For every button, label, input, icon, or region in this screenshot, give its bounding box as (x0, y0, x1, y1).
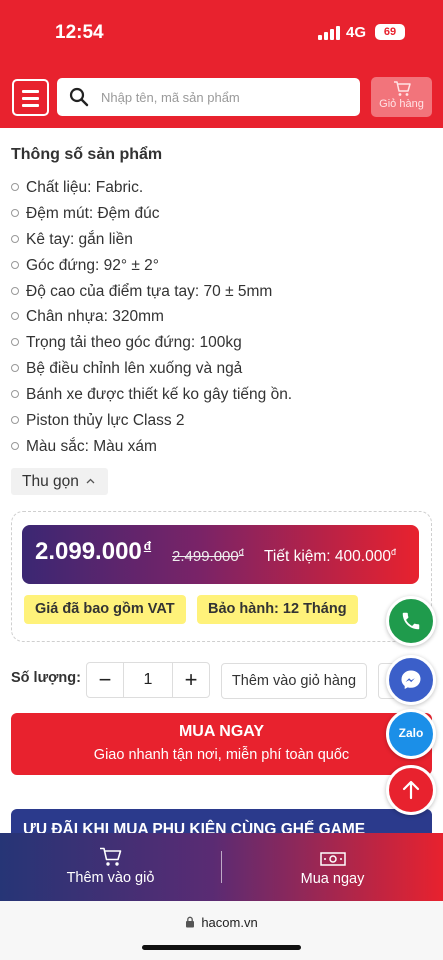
saving-amount: Tiết kiệm: 400.000đ (264, 547, 396, 566)
cart-icon (99, 847, 121, 866)
vat-badge: Giá đã bao gồm VAT (24, 595, 186, 624)
scroll-top-button[interactable] (386, 765, 436, 815)
warranty-badge: Bảo hành: 12 Tháng (197, 595, 358, 624)
collapse-button[interactable]: Thu gọn (11, 468, 108, 495)
spec-item: Piston thủy lực Class 2 (11, 408, 292, 434)
bottom-add-to-cart-label: Thêm vào giỏ (66, 870, 155, 886)
specs-list: Chất liệu: Fabric. Đệm mút: Đệm đúc Kê t… (11, 175, 292, 460)
spec-item: Bánh xe được thiết kế ko gây tiếng ồn. (11, 382, 292, 408)
phone-icon (402, 612, 420, 630)
bottom-add-to-cart-button[interactable]: Thêm vào giỏ (0, 833, 221, 901)
bottom-buy-now-button[interactable]: Mua ngay (222, 833, 443, 901)
messenger-button[interactable] (386, 655, 436, 705)
quantity-label: Số lượng: (11, 670, 81, 686)
messenger-icon (401, 670, 421, 689)
browser-footer: hacom.vn (0, 901, 443, 960)
spec-item: Trọng tải theo góc đứng: 100kg (11, 330, 292, 356)
cart-button[interactable]: Giỏ hàng (371, 77, 432, 117)
lock-icon (186, 916, 195, 928)
buy-now-button[interactable]: MUA NGAY Giao nhanh tận nơi, miễn phí to… (11, 713, 432, 775)
buy-now-title: MUA NGAY (178, 723, 265, 740)
add-to-cart-button[interactable]: Thêm vào giỏ hàng (221, 663, 367, 699)
phone-call-button[interactable] (386, 596, 436, 646)
signal-icon (318, 26, 342, 40)
old-price-value: 2.499.000 (172, 548, 239, 565)
spec-item: Bệ điều chỉnh lên xuống và ngả (11, 356, 292, 382)
currency-symbol: đ (238, 547, 244, 557)
search-box[interactable] (57, 78, 360, 116)
search-input[interactable] (101, 85, 351, 109)
bottom-action-bar: Thêm vào giỏ Mua ngay (0, 833, 443, 901)
old-price: 2.499.000đ (172, 547, 244, 565)
spec-item: Chân nhựa: 320mm (11, 304, 292, 330)
cart-label: Giỏ hàng (379, 98, 424, 110)
zalo-icon: Zalo (398, 726, 424, 740)
cart-icon (393, 81, 411, 96)
cash-icon (319, 852, 346, 866)
network-type: 4G (346, 24, 367, 41)
battery-icon: 69 (375, 24, 405, 40)
arrow-up-icon (402, 780, 420, 800)
url-bar[interactable]: hacom.vn (0, 915, 443, 930)
spec-item: Chất liệu: Fabric. (11, 175, 292, 201)
spec-item: Kê tay: gắn liền (11, 227, 292, 253)
current-price: 2.099.000 đ (35, 538, 151, 566)
quantity-stepper: − + (86, 662, 210, 698)
home-indicator[interactable] (142, 945, 301, 950)
bottom-buy-now-label: Mua ngay (300, 871, 365, 887)
spec-item: Đệm mút: Đệm đúc (11, 201, 292, 227)
quantity-decrease-button[interactable]: − (87, 663, 124, 697)
current-price-value: 2.099.000 (35, 538, 142, 565)
currency-symbol: đ (390, 547, 396, 557)
currency-symbol: đ (143, 539, 152, 553)
buy-now-subtitle: Giao nhanh tận nơi, miễn phí toàn quốc (93, 747, 350, 763)
saving-value: Tiết kiệm: 400.000 (264, 548, 391, 566)
quantity-increase-button[interactable]: + (172, 663, 209, 697)
spec-item: Màu sắc: Màu xám (11, 434, 292, 460)
app-header: 12:54 4G 69 Giỏ hàng (0, 0, 443, 128)
spec-item: Góc đứng: 92° ± 2° (11, 253, 292, 279)
status-time: 12:54 (55, 22, 104, 43)
specs-title: Thông số sản phẩm (11, 146, 163, 163)
collapse-label: Thu gọn (22, 473, 79, 490)
quantity-input[interactable] (124, 663, 172, 697)
search-icon (69, 87, 89, 107)
price-banner: 2.099.000 đ 2.499.000đ Tiết kiệm: 400.000… (22, 525, 419, 584)
spec-item: Độ cao của điểm tựa tay: 70 ± 5mm (11, 279, 292, 305)
chevron-up-icon (86, 478, 95, 484)
zalo-button[interactable]: Zalo (386, 709, 436, 759)
url-text: hacom.vn (201, 915, 258, 930)
menu-button[interactable] (12, 79, 49, 116)
